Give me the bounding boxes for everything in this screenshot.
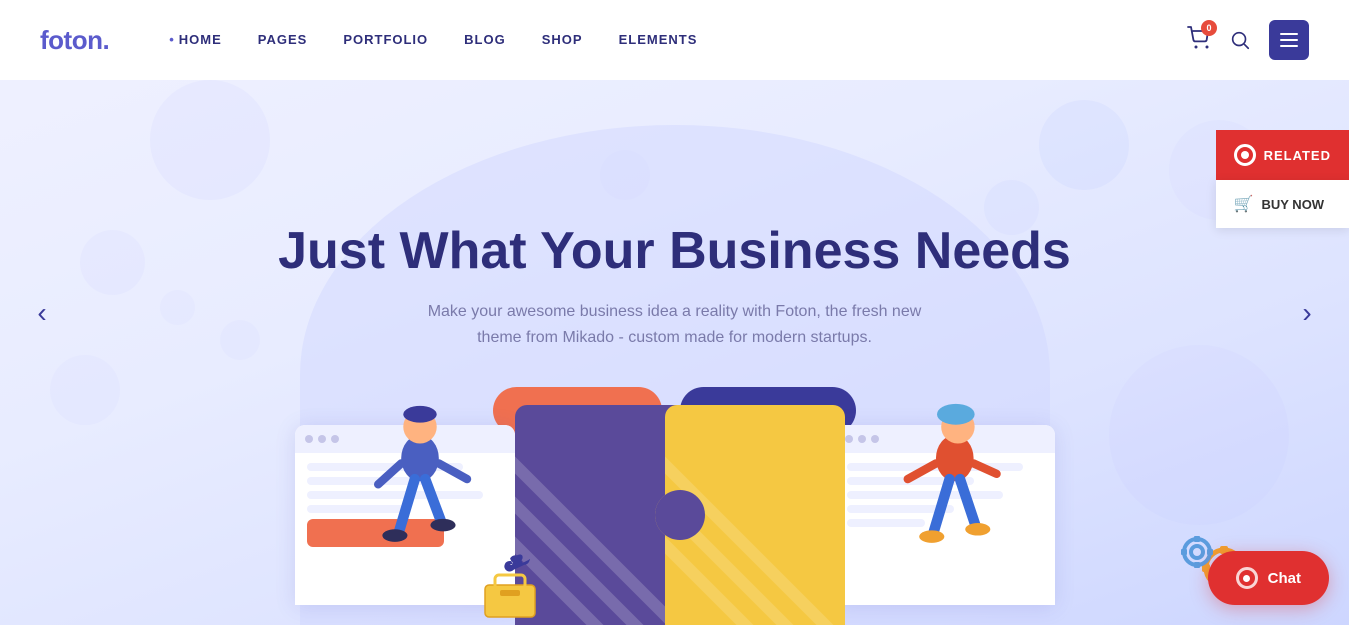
related-icon (1234, 144, 1256, 166)
sidebar-buy-button[interactable]: 🛒 BUY NOW (1216, 180, 1349, 228)
puzzle-piece-right (665, 405, 845, 625)
nav-item-portfolio[interactable]: PORTFOLIO (343, 31, 428, 49)
decor-circle-5 (220, 320, 260, 360)
screen-dot-r1 (845, 435, 853, 443)
decor-circle-9 (160, 290, 195, 325)
chat-label: Chat (1268, 570, 1301, 587)
nav-item-blog[interactable]: BLOG (464, 31, 506, 49)
cart-button[interactable]: 0 (1187, 26, 1211, 55)
buy-cart-icon: 🛒 (1234, 194, 1254, 214)
menu-line-2 (1280, 39, 1298, 41)
search-button[interactable] (1229, 29, 1251, 51)
next-arrow-icon: › (1302, 297, 1311, 329)
menu-line-1 (1280, 33, 1298, 35)
nav-link-elements[interactable]: ELEMENTS (619, 32, 698, 47)
chat-icon (1236, 567, 1258, 589)
nav-right: 0 (1187, 20, 1309, 60)
decor-circle-8 (50, 355, 120, 425)
sidebar-related-label: RELATED (1264, 148, 1331, 163)
nav-item-elements[interactable]: ELEMENTS (619, 31, 698, 49)
cart-badge: 0 (1201, 20, 1217, 36)
hero-subtitle: Make your awesome business idea a realit… (415, 299, 935, 350)
search-icon (1229, 29, 1251, 51)
nav-link-shop[interactable]: SHOP (542, 32, 583, 47)
menu-button[interactable] (1269, 20, 1309, 60)
next-arrow[interactable]: › (1285, 291, 1329, 335)
screen-dot-1 (305, 435, 313, 443)
puzzle-notch-right (655, 490, 705, 540)
menu-line-3 (1280, 45, 1298, 47)
nav-link-home[interactable]: HOME (169, 32, 222, 47)
nav-links: HOME PAGES PORTFOLIO BLOG SHOP ELEMENTS (169, 31, 697, 49)
nav-link-blog[interactable]: BLOG (464, 32, 506, 47)
prev-arrow[interactable]: ‹ (20, 291, 64, 335)
screen-dot-r3 (871, 435, 879, 443)
decor-circle-1 (1039, 100, 1129, 190)
nav-item-home[interactable]: HOME (169, 31, 222, 49)
navbar: foton. HOME PAGES PORTFOLIO BLOG SHOP EL… (0, 0, 1349, 80)
screen-dot-2 (318, 435, 326, 443)
chat-button[interactable]: Chat (1208, 551, 1329, 605)
decor-circle-4 (80, 230, 145, 295)
prev-arrow-icon: ‹ (37, 297, 46, 329)
decor-circle-7 (1109, 345, 1289, 525)
figure-left (355, 385, 485, 615)
logo-dot: . (102, 25, 109, 55)
logo-text: foton (40, 25, 102, 55)
screen-dot-r2 (858, 435, 866, 443)
screen-dot-3 (331, 435, 339, 443)
logo[interactable]: foton. (40, 25, 109, 56)
decor-circle-3 (150, 80, 270, 200)
sidebar-buy-label: BUY NOW (1261, 197, 1324, 212)
sidebar-related-button[interactable]: RELATED (1216, 130, 1349, 180)
nav-link-pages[interactable]: PAGES (258, 32, 308, 47)
hero-section: Just What Your Business Needs Make your … (0, 0, 1349, 625)
hero-title: Just What Your Business Needs (278, 221, 1071, 281)
nav-item-pages[interactable]: PAGES (258, 31, 308, 49)
figure-right (895, 385, 1025, 615)
nav-item-shop[interactable]: SHOP (542, 31, 583, 49)
sidebar-panel: RELATED 🛒 BUY NOW (1216, 130, 1349, 228)
nav-link-portfolio[interactable]: PORTFOLIO (343, 32, 428, 47)
